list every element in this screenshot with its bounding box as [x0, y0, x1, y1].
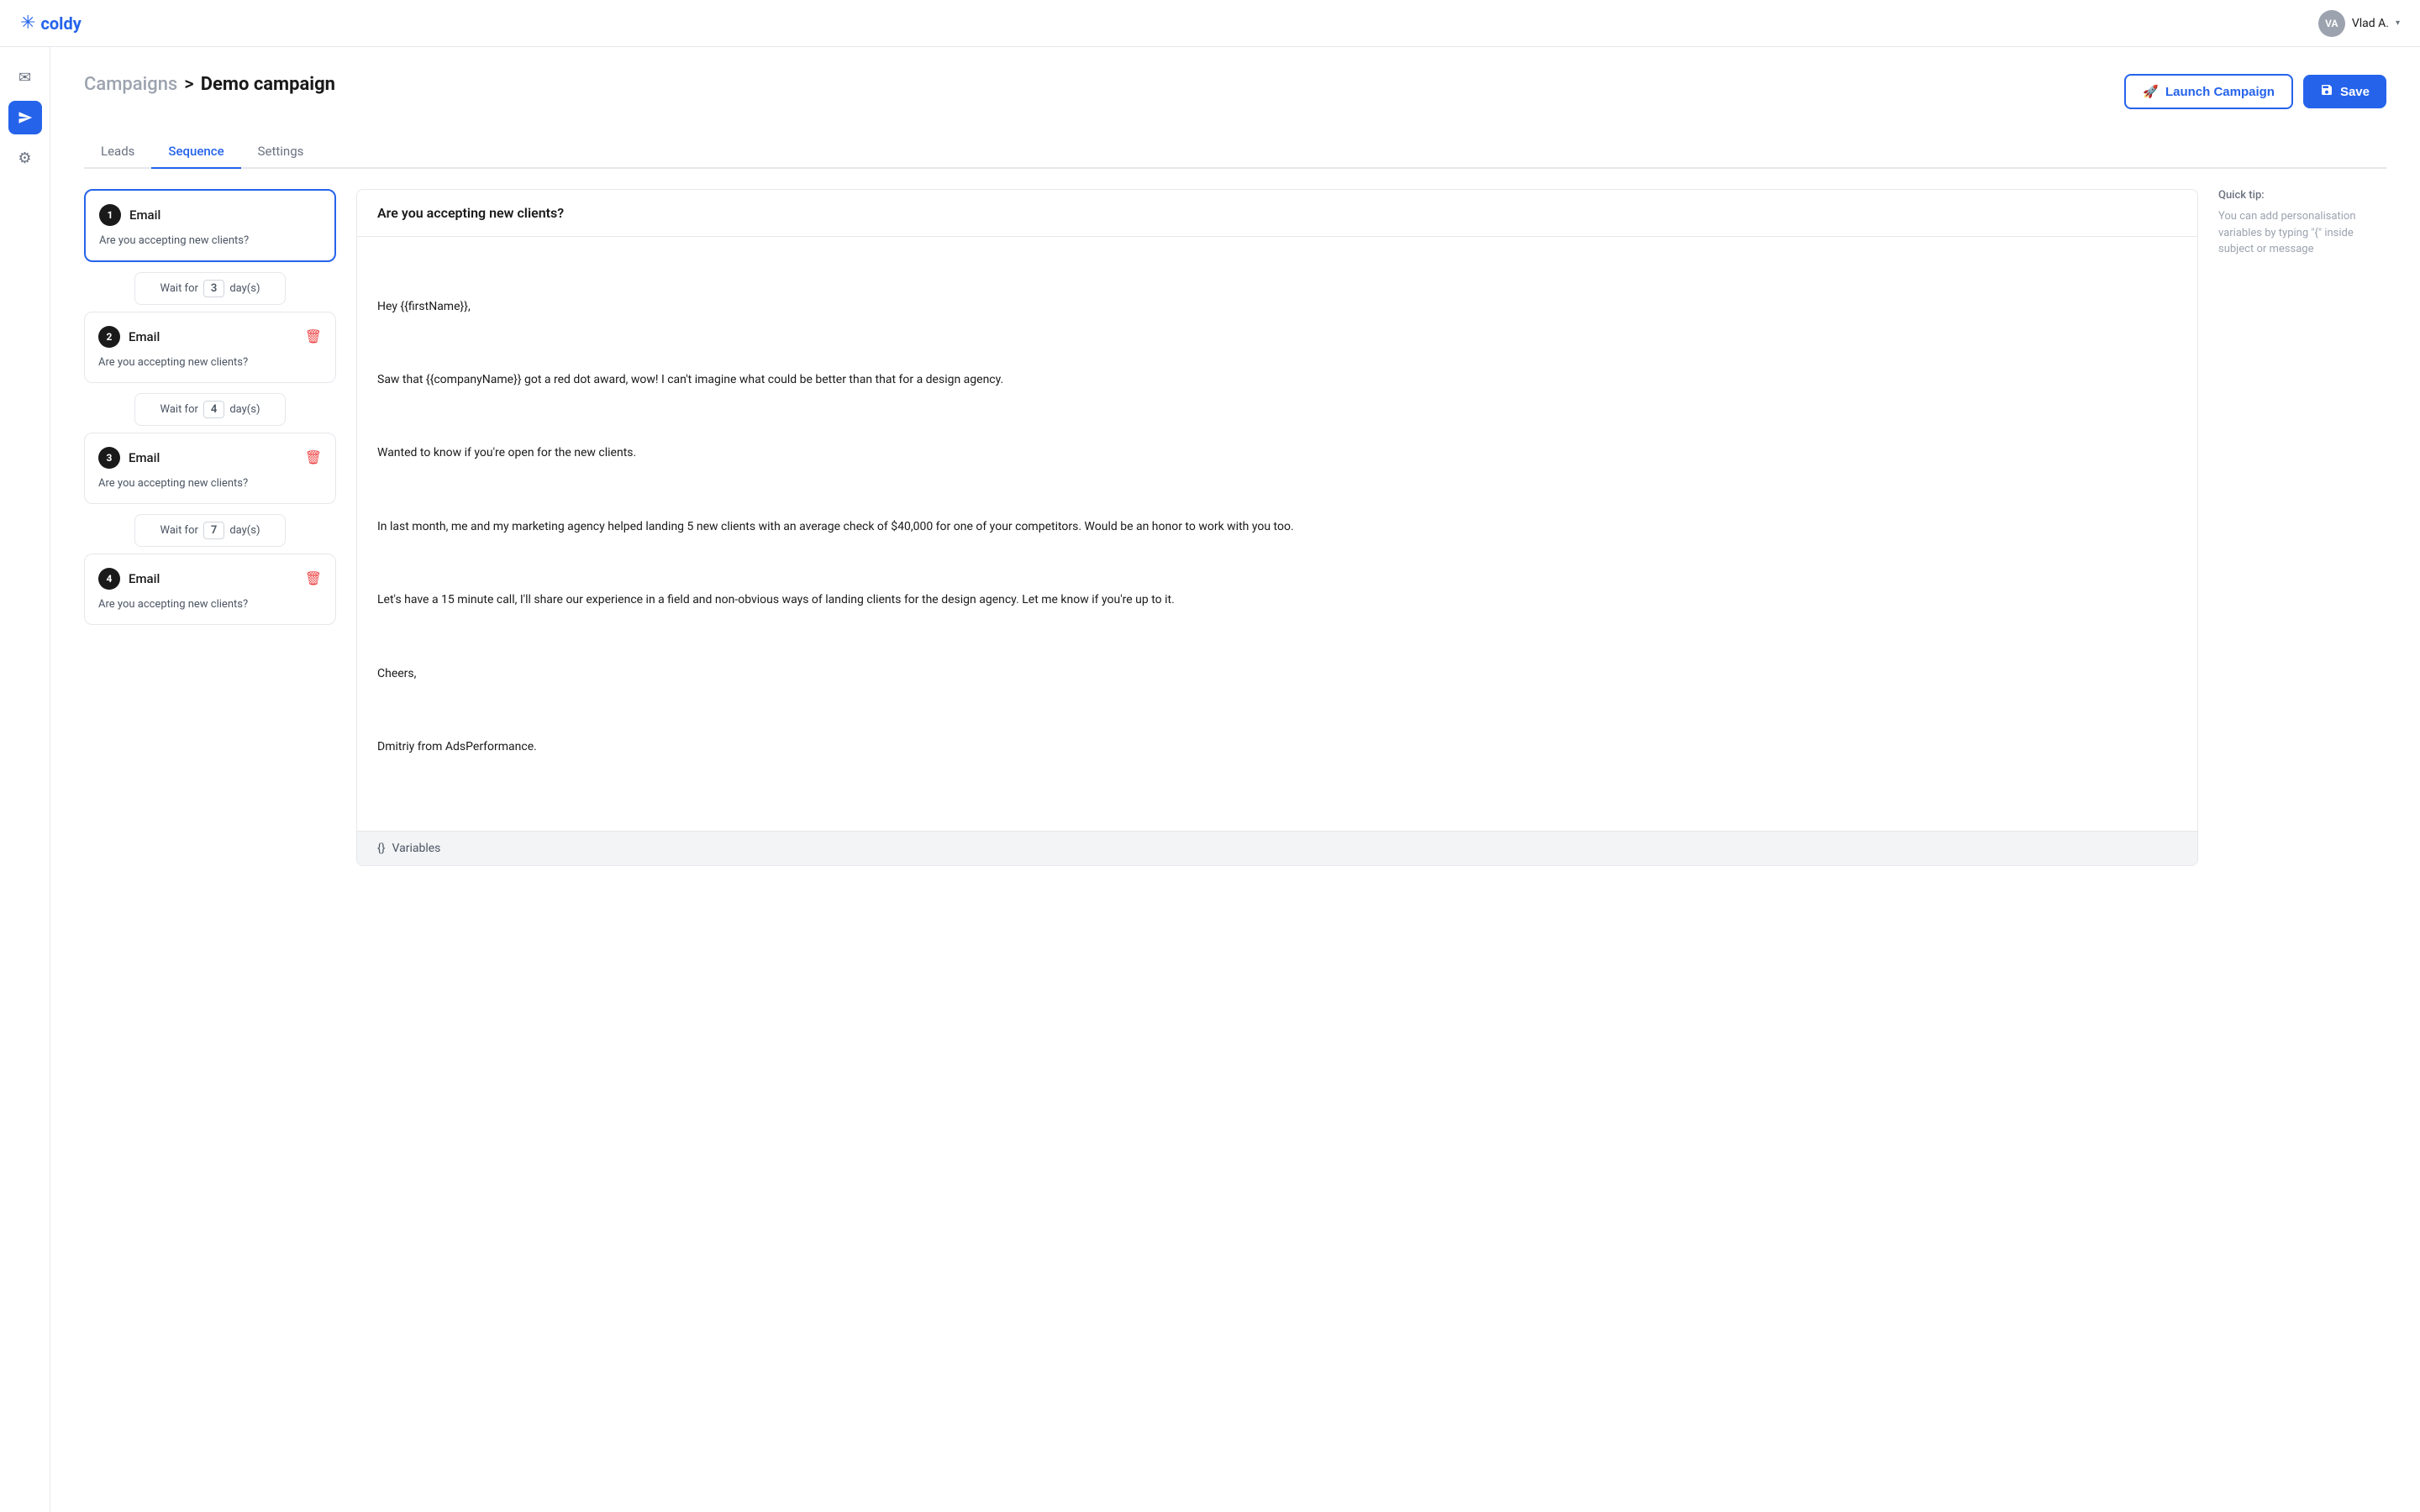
wait-label-1: Wait for	[160, 282, 198, 295]
breadcrumb-parent[interactable]: Campaigns	[84, 74, 177, 95]
wait-box-1[interactable]: Wait for 3 day(s)	[134, 272, 286, 305]
sequence-item-4[interactable]: 4 Email 🗑 Are you accepting new clients?	[84, 554, 336, 625]
sequence-item-1[interactable]: 1 Email Are you accepting new clients?	[84, 189, 336, 262]
email-subject[interactable]: Are you accepting new clients?	[357, 190, 2197, 237]
delete-item-3[interactable]: 🗑	[305, 449, 322, 466]
avatar: VA	[2318, 10, 2345, 37]
seq-num-1: 1	[99, 204, 121, 226]
seq-type-4: Email	[129, 571, 160, 586]
wait-suffix-1: day(s)	[229, 282, 260, 295]
logo: ✳ coldy	[20, 13, 82, 34]
wait-label-2: Wait for	[160, 403, 198, 416]
breadcrumb-current: Demo campaign	[201, 74, 335, 95]
wait-days-1: 3	[203, 280, 224, 297]
chevron-down-icon: ▾	[2396, 18, 2400, 28]
delete-item-4[interactable]: 🗑	[305, 570, 322, 587]
quick-tip-title: Quick tip:	[2218, 189, 2386, 202]
sequence-item-2[interactable]: 2 Email 🗑 Are you accepting new clients?	[84, 312, 336, 383]
seq-subject-3: Are you accepting new clients?	[98, 477, 322, 490]
seq-subject-4: Are you accepting new clients?	[98, 598, 322, 611]
email-body[interactable]: Hey {{firstName}}, Saw that {{companyNam…	[357, 237, 2197, 831]
seq-num-3: 3	[98, 447, 120, 469]
wait-label-3: Wait for	[160, 524, 198, 537]
variables-label: Variables	[392, 842, 440, 855]
wait-suffix-3: day(s)	[229, 524, 260, 537]
sidebar: ✉ ⚙	[0, 47, 50, 1512]
page-header: Campaigns > Demo campaign 🚀 Launch Campa…	[84, 74, 2386, 115]
topnav: ✳ coldy VA Vlad A. ▾	[0, 0, 2420, 47]
save-icon	[2320, 83, 2333, 100]
header-actions: 🚀 Launch Campaign Save	[2124, 74, 2386, 109]
variables-bar[interactable]: {} Variables	[357, 831, 2197, 865]
wait-suffix-2: day(s)	[229, 403, 260, 416]
rocket-icon: 🚀	[2143, 84, 2159, 99]
tab-bar: Leads Sequence Settings	[84, 135, 2386, 169]
content-row: 1 Email Are you accepting new clients? W…	[84, 189, 2386, 866]
seq-num-4: 4	[98, 568, 120, 590]
wait-days-3: 7	[203, 522, 224, 539]
wait-box-3[interactable]: Wait for 7 day(s)	[134, 514, 286, 547]
breadcrumb: Campaigns > Demo campaign	[84, 74, 335, 95]
sidebar-item-settings[interactable]: ⚙	[8, 141, 42, 175]
wait-box-2[interactable]: Wait for 4 day(s)	[134, 393, 286, 426]
seq-type-1: Email	[129, 207, 160, 223]
logo-text: coldy	[40, 13, 81, 34]
breadcrumb-separator: >	[184, 74, 193, 95]
variables-icon: {}	[377, 842, 385, 855]
user-menu[interactable]: VA Vlad A. ▾	[2318, 10, 2400, 37]
main-content: Campaigns > Demo campaign 🚀 Launch Campa…	[50, 47, 2420, 1512]
sidebar-item-mail[interactable]: ✉	[8, 60, 42, 94]
seq-num-2: 2	[98, 326, 120, 348]
quick-tip-body: You can add personalisation variables by…	[2218, 208, 2386, 258]
seq-subject-1: Are you accepting new clients?	[99, 234, 321, 247]
quick-tip: Quick tip: You can add personalisation v…	[2218, 189, 2386, 866]
tab-leads[interactable]: Leads	[84, 135, 151, 169]
seq-subject-2: Are you accepting new clients?	[98, 356, 322, 369]
tab-settings[interactable]: Settings	[241, 135, 321, 169]
seq-type-2: Email	[129, 329, 160, 344]
tab-sequence[interactable]: Sequence	[151, 135, 240, 169]
launch-campaign-button[interactable]: 🚀 Launch Campaign	[2124, 74, 2293, 109]
sequence-item-3[interactable]: 3 Email 🗑 Are you accepting new clients?	[84, 433, 336, 504]
sidebar-item-campaigns[interactable]	[8, 101, 42, 134]
layout: ✉ ⚙ Campaigns > Demo campaign 🚀 Launch C…	[0, 47, 2420, 1512]
sequence-list: 1 Email Are you accepting new clients? W…	[84, 189, 336, 866]
save-button[interactable]: Save	[2303, 75, 2386, 108]
delete-item-2[interactable]: 🗑	[305, 328, 322, 345]
wait-days-2: 4	[203, 401, 224, 418]
seq-type-3: Email	[129, 450, 160, 465]
user-name: Vlad A.	[2352, 17, 2389, 30]
logo-star-icon: ✳	[20, 13, 35, 34]
email-editor: Are you accepting new clients? Hey {{fir…	[356, 189, 2198, 866]
